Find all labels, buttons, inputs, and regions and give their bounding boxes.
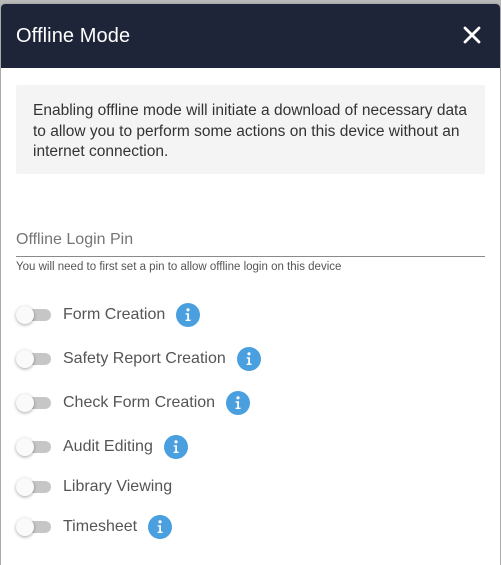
offline-pin-input[interactable] [16, 226, 485, 254]
offline-pin-field [16, 226, 485, 257]
timesheet-switch[interactable] [16, 517, 52, 537]
description-text: Enabling offline mode will initiate a do… [33, 102, 467, 160]
toggle-row-check-form-creation: Check Form Creation [16, 390, 251, 416]
close-button[interactable] [461, 24, 483, 46]
toggle-label: Timesheet [63, 518, 138, 535]
description-box: Enabling offline mode will initiate a do… [16, 85, 485, 174]
dialog-header: Offline Mode [1, 4, 500, 68]
switch-thumb [16, 350, 34, 368]
switch-thumb [16, 478, 34, 496]
toggle-row-form-creation: Form Creation [16, 302, 201, 328]
safety-report-creation-switch[interactable] [16, 349, 52, 369]
toggle-row-timesheet: Timesheet [16, 514, 173, 540]
audit-editing-switch[interactable] [16, 437, 52, 457]
toggle-label: Check Form Creation [63, 394, 216, 411]
toggle-label: Library Viewing [63, 478, 173, 495]
switch-thumb [16, 394, 34, 412]
info-icon[interactable] [236, 347, 261, 371]
offline-mode-dialog: Offline Mode Enabling offline mode will … [1, 4, 500, 565]
switch-thumb [16, 438, 34, 456]
toggle-label: Safety Report Creation [63, 350, 226, 367]
switch-thumb [16, 306, 34, 324]
pin-helper-text: You will need to first set a pin to allo… [16, 261, 342, 273]
info-icon[interactable] [163, 435, 188, 459]
toggle-row-library-viewing: Library Viewing [16, 474, 172, 500]
toggle-label: Form Creation [63, 306, 166, 323]
info-icon[interactable] [176, 303, 201, 327]
info-icon[interactable] [226, 391, 251, 415]
close-icon [463, 26, 481, 44]
toggle-row-safety-report-creation: Safety Report Creation [16, 346, 261, 372]
toggle-label: Audit Editing [63, 438, 153, 455]
info-icon[interactable] [148, 515, 173, 539]
check-form-creation-switch[interactable] [16, 393, 52, 413]
dialog-title: Offline Mode [16, 25, 131, 47]
library-viewing-switch[interactable] [16, 477, 52, 497]
form-creation-switch[interactable] [16, 305, 52, 325]
toggle-row-audit-editing: Audit Editing [16, 434, 188, 460]
switch-thumb [16, 518, 34, 536]
